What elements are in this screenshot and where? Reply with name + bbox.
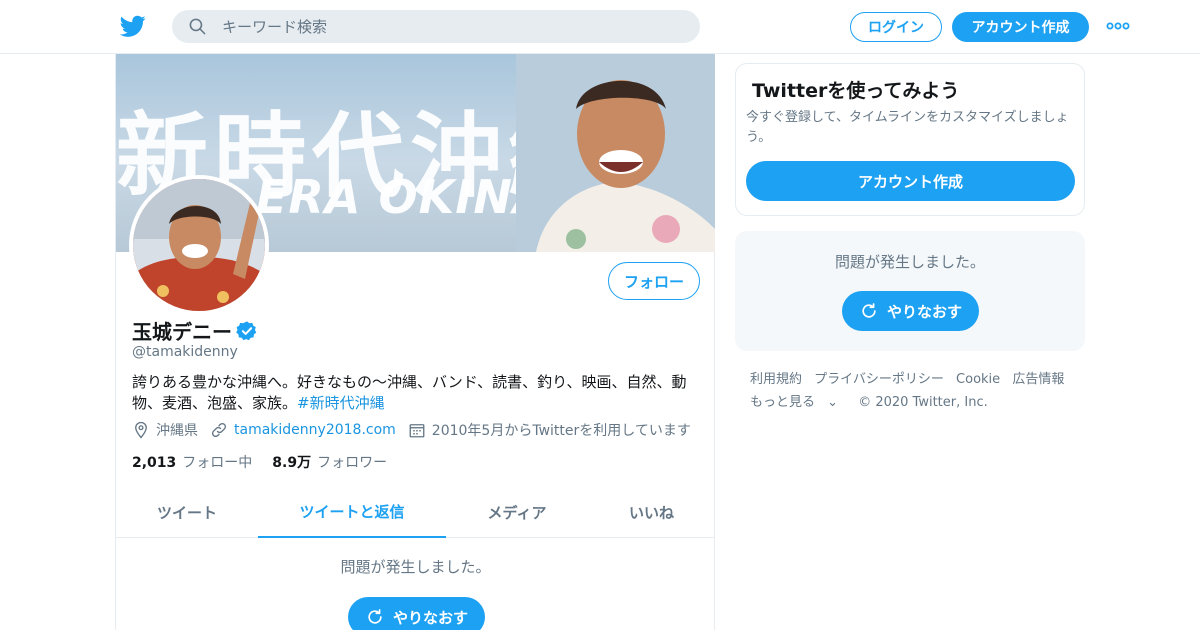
footer-link-privacy[interactable]: プライバシーポリシー [814, 372, 944, 387]
tab-tweets-and-replies[interactable]: ツイートと返信 [258, 486, 446, 538]
website-link[interactable]: tamakidenny2018.com [234, 422, 396, 438]
search-bar[interactable] [172, 10, 700, 43]
name-row: 玉城デニー [132, 316, 258, 345]
follow-button[interactable]: フォロー [608, 262, 700, 300]
profile-bio: 誇りある豊かな沖縄へ。好きなもの〜沖縄、バンド、読書、釣り、映画、自然、動物、麦… [132, 372, 702, 414]
footer-more-label: もっと見る [750, 395, 816, 410]
display-name: 玉城デニー [132, 320, 232, 344]
footer-link-cookie[interactable]: Cookie [956, 372, 1000, 387]
timeline-retry-button[interactable]: やりなおす [348, 597, 485, 630]
following-count: 2,013 [132, 455, 177, 471]
location-pin-icon [135, 421, 147, 439]
bio-text: 誇りある豊かな沖縄へ。好きなもの〜沖縄、バンド、読書、釣り、映画、自然、動物、麦… [132, 373, 687, 412]
joined-item: 2010年5月からTwitterを利用しています [408, 420, 691, 440]
following-label: フォロー中 [182, 455, 253, 471]
retry-label: やりなおす [392, 608, 468, 627]
twitter-bird-icon[interactable] [120, 13, 146, 39]
footer-more-link[interactable]: もっと見る ⌄ [750, 395, 846, 410]
following-stat[interactable]: 2,013 フォロー中 [132, 452, 252, 472]
profile-tabs: ツイート ツイートと返信 メディア いいね [116, 486, 715, 538]
sidebar-footer: 利用規約 プライバシーポリシー Cookie 広告情報 もっと見る ⌄ © 20… [750, 368, 1080, 414]
signup-button[interactable]: アカウント作成 [952, 12, 1089, 42]
profile-meta: 沖縄県 tamakidenny2018.com 2010年5月からTwitter… [132, 420, 703, 440]
tab-media[interactable]: メディア [446, 486, 588, 538]
retry-label: やりなおす [886, 302, 962, 321]
bio-hashtag-link[interactable]: #新時代沖縄 [297, 394, 385, 412]
website-item[interactable]: tamakidenny2018.com [210, 421, 396, 439]
search-icon [189, 18, 206, 35]
followers-count: 8.9万 [272, 455, 312, 471]
avatar-photo [133, 179, 265, 311]
followers-stat[interactable]: 8.9万 フォロワー [272, 452, 387, 472]
calendar-icon [409, 424, 425, 438]
promo-signup-button[interactable]: アカウント作成 [746, 161, 1075, 201]
search-input[interactable] [222, 10, 682, 43]
joined-text: 2010年5月からTwitterを利用しています [431, 423, 691, 439]
profile-column: 新時代沖縄 ERA OKINAWA フォロー 玉城デニー @tamakidenn… [115, 54, 715, 630]
login-button[interactable]: ログイン [850, 12, 942, 42]
link-icon [211, 422, 227, 438]
tab-tweets[interactable]: ツイート [116, 486, 258, 538]
footer-link-ads[interactable]: 広告情報 [1012, 372, 1064, 387]
sidebar-error-text: 問題が発生しました。 [834, 253, 985, 271]
refresh-icon [368, 609, 382, 624]
location-text: 沖縄県 [156, 423, 198, 439]
more-dots-icon[interactable] [1106, 18, 1130, 34]
signup-promo-card: Twitterを使ってみよう 今すぐ登録して、タイムラインをカスタマイズしましょ… [735, 63, 1085, 216]
profile-avatar[interactable] [129, 175, 269, 315]
tab-likes[interactable]: いいね [588, 486, 715, 538]
profile-handle: @tamakidenny [132, 344, 238, 360]
footer-link-terms[interactable]: 利用規約 [750, 372, 802, 387]
footer-links-row: 利用規約 プライバシーポリシー Cookie 広告情報 [750, 368, 1080, 391]
top-navigation-bar: ログイン アカウント作成 [0, 0, 1200, 54]
refresh-icon [862, 303, 876, 318]
promo-title: Twitterを使ってみよう [752, 80, 960, 102]
promo-subtitle: 今すぐ登録して、タイムラインをカスタマイズしましょう。 [746, 110, 1069, 145]
footer-second-row: もっと見る ⌄ © 2020 Twitter, Inc. [750, 391, 1080, 414]
followers-label: フォロワー [317, 455, 388, 471]
location-item: 沖縄県 [132, 420, 198, 440]
footer-copyright: © 2020 Twitter, Inc. [858, 395, 988, 410]
verified-badge-icon [236, 320, 257, 340]
profile-stats: 2,013 フォロー中 8.9万 フォロワー [132, 452, 407, 472]
banner-photo [516, 54, 715, 252]
sidebar-error-panel: 問題が発生しました。 やりなおす [735, 231, 1085, 351]
timeline-error-text: 問題が発生しました。 [340, 558, 491, 576]
sidebar-retry-button[interactable]: やりなおす [842, 291, 979, 331]
chevron-down-icon: ⌄ [827, 395, 839, 410]
